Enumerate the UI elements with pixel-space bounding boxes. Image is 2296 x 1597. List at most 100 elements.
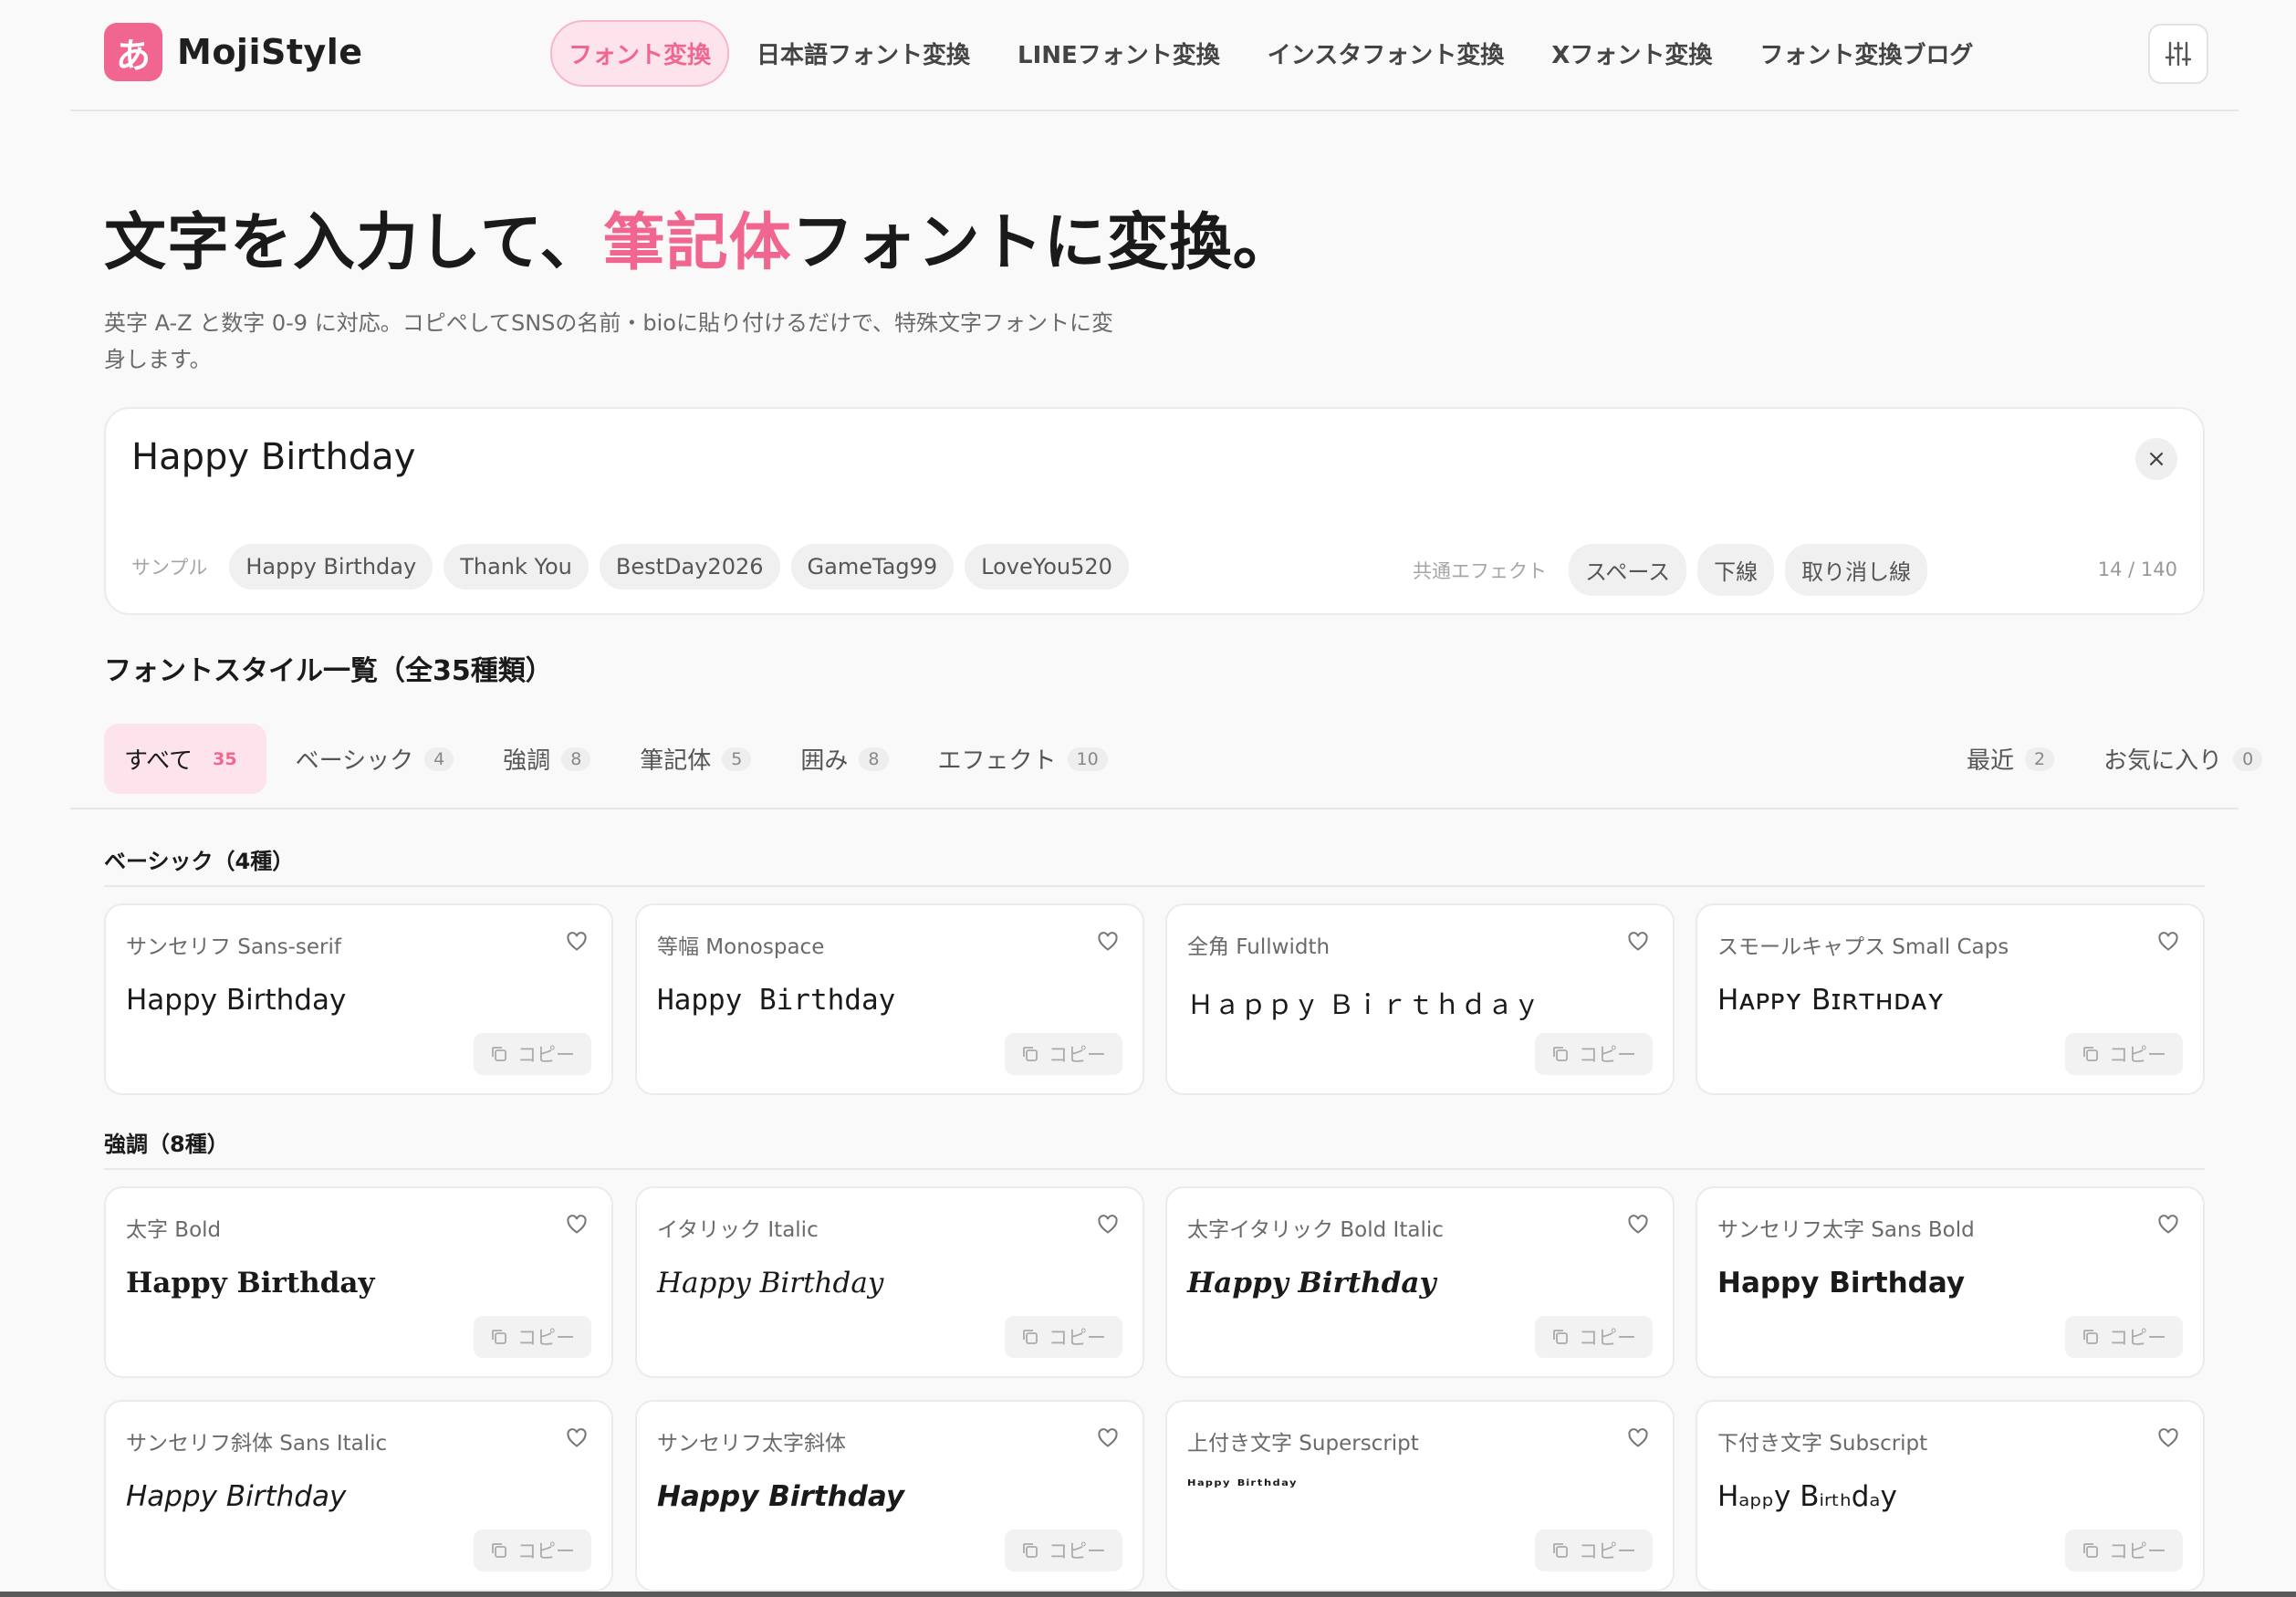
- logo[interactable]: あ MojiStyle: [104, 23, 363, 81]
- clear-button[interactable]: ×: [2135, 438, 2177, 480]
- font-card[interactable]: 上付き文字 Superscript ᴴᵃᵖᵖʸ ᴮⁱʳᵗʰᵈᵃʸ コピー: [1165, 1400, 1675, 1592]
- nav-item-font-convert[interactable]: フォント変換: [550, 20, 730, 87]
- font-card[interactable]: 下付き文字 Subscript Hₐₚₚy Bᵢᵣₜₕdₐy コピー: [1696, 1400, 2205, 1592]
- sample-chip[interactable]: Thank You: [444, 544, 589, 590]
- nav-item-insta-font[interactable]: インスタフォント変換: [1247, 20, 1524, 87]
- copy-icon: [1023, 1330, 1038, 1344]
- heart-icon[interactable]: [566, 931, 588, 953]
- heart-icon[interactable]: [2157, 1427, 2179, 1449]
- font-card-preview: Happy Birthday: [1187, 1267, 1436, 1300]
- effects-label: 共通エフェクト: [1413, 559, 1547, 582]
- font-card[interactable]: サンセリフ太字 Sans Bold Happy Birthday コピー: [1696, 1186, 2205, 1378]
- font-card[interactable]: 等幅 Monospace Happy Birthday コピー: [635, 903, 1144, 1095]
- tab-effect[interactable]: エフェクト 10: [918, 724, 1128, 794]
- sample-chip[interactable]: GameTag99: [790, 544, 955, 590]
- heart-icon[interactable]: [2157, 931, 2179, 953]
- section-title-basic: ベーシック（4種）: [104, 849, 295, 874]
- copy-button[interactable]: コピー: [1535, 1316, 1653, 1358]
- font-card[interactable]: 太字イタリック Bold Italic Happy Birthday コピー: [1165, 1186, 1675, 1378]
- tab-emphasis[interactable]: 強調 8: [483, 724, 611, 794]
- section-divider: [104, 1168, 2205, 1170]
- tab-count: 35: [213, 748, 237, 769]
- font-card-label: サンセリフ太字 Sans Bold: [1717, 1218, 1975, 1242]
- font-card[interactable]: サンセリフ Sans-serif Happy Birthday コピー: [104, 903, 613, 1095]
- tab-favorites[interactable]: お気に入り 0: [2083, 724, 2282, 794]
- tab-count: 0: [2233, 746, 2263, 771]
- settings-button[interactable]: [2148, 24, 2208, 84]
- heart-icon[interactable]: [566, 1214, 588, 1236]
- font-card-preview: Happy Birthday: [126, 984, 347, 1017]
- font-card-preview: ᴴᵃᵖᵖʸ ᴮⁱʳᵗʰᵈᵃʸ: [1187, 1477, 1298, 1496]
- heart-icon[interactable]: [1097, 931, 1119, 953]
- effect-chip-strikethrough[interactable]: 取り消し線: [1785, 544, 1928, 596]
- heart-icon[interactable]: [1627, 1427, 1649, 1449]
- copy-button[interactable]: コピー: [1005, 1033, 1122, 1075]
- tab-count: 8: [561, 746, 591, 771]
- font-card[interactable]: サンセリフ斜体 Sans Italic Happy Birthday コピー: [104, 1400, 613, 1592]
- heart-icon[interactable]: [1097, 1427, 1119, 1449]
- copy-button[interactable]: コピー: [2065, 1033, 2183, 1075]
- font-card-preview: Happy Birthday: [657, 1267, 884, 1300]
- copy-label: コピー: [1049, 1044, 1106, 1066]
- nav-item-blog[interactable]: フォント変換ブログ: [1739, 20, 1993, 87]
- text-input[interactable]: Happy Birthday: [131, 436, 415, 478]
- copy-button[interactable]: コピー: [1005, 1316, 1122, 1358]
- copy-button[interactable]: コピー: [474, 1529, 591, 1571]
- tab-label: 囲み: [800, 747, 849, 775]
- copy-button[interactable]: コピー: [1535, 1529, 1653, 1571]
- effect-chip-space[interactable]: スペース: [1569, 544, 1687, 596]
- effect-chip-underline[interactable]: 下線: [1697, 544, 1775, 596]
- tab-label: ベーシック: [295, 747, 414, 775]
- copy-button[interactable]: コピー: [1005, 1529, 1122, 1571]
- tab-recent[interactable]: 最近 2: [1946, 724, 2074, 794]
- copy-button[interactable]: コピー: [474, 1316, 591, 1358]
- hero-title-after: フォントに変換。: [791, 207, 1296, 279]
- copy-button[interactable]: コピー: [2065, 1529, 2183, 1571]
- font-card[interactable]: 全角 Fullwidth Ｈａｐｐｙ Ｂｉｒｔｈｄａｙ コピー: [1165, 903, 1675, 1095]
- tabs-divider: [70, 808, 2239, 809]
- copy-icon: [2083, 1047, 2098, 1061]
- section-divider: [104, 885, 2205, 887]
- heart-icon[interactable]: [2157, 1214, 2179, 1236]
- font-card-label: イタリック Italic: [657, 1218, 819, 1242]
- copy-button[interactable]: コピー: [474, 1033, 591, 1075]
- copy-label: コピー: [2109, 1044, 2166, 1066]
- copy-icon: [1023, 1047, 1038, 1061]
- copy-button[interactable]: コピー: [1535, 1033, 1653, 1075]
- logo-mark: あ: [104, 23, 162, 81]
- font-card[interactable]: サンセリフ太字斜体 Happy Birthday コピー: [635, 1400, 1144, 1592]
- copy-label: コピー: [1579, 1327, 1636, 1349]
- heart-icon[interactable]: [1097, 1214, 1119, 1236]
- tab-label: すべて: [124, 747, 193, 775]
- tab-enclosed[interactable]: 囲み 8: [780, 724, 908, 794]
- copy-icon: [2083, 1330, 2098, 1344]
- copy-icon: [1553, 1330, 1568, 1344]
- heart-icon[interactable]: [1627, 931, 1649, 953]
- sample-chip[interactable]: BestDay2026: [599, 544, 780, 590]
- tab-label: エフェクト: [937, 747, 1057, 775]
- sample-chip[interactable]: Happy Birthday: [229, 544, 433, 590]
- heart-icon[interactable]: [566, 1427, 588, 1449]
- tab-script[interactable]: 筆記体 5: [620, 724, 771, 794]
- copy-label: コピー: [517, 1327, 575, 1349]
- nav-item-x-font[interactable]: Xフォント変換: [1531, 20, 1732, 87]
- tab-label: 最近: [1967, 747, 2015, 775]
- tab-label: 強調: [503, 747, 551, 775]
- font-card[interactable]: スモールキャプス Small Caps Hᴀᴘᴘʏ Bɪʀᴛʜᴅᴀʏ コピー: [1696, 903, 2205, 1095]
- heart-icon[interactable]: [1627, 1214, 1649, 1236]
- tabs-right: 最近 2 お気に入り 0: [1946, 724, 2282, 794]
- nav-item-line-font[interactable]: LINEフォント変換: [997, 20, 1240, 87]
- font-card-label: 上付き文字 Superscript: [1187, 1432, 1419, 1456]
- copy-icon: [1553, 1047, 1568, 1061]
- font-card[interactable]: 太字 Bold Happy Birthday コピー: [104, 1186, 613, 1378]
- hero-title-before: 文字を入力して、: [104, 207, 603, 279]
- font-card[interactable]: イタリック Italic Happy Birthday コピー: [635, 1186, 1144, 1378]
- tab-all[interactable]: すべて 35: [104, 724, 266, 794]
- sample-chip[interactable]: LoveYou520: [965, 544, 1129, 590]
- copy-button[interactable]: コピー: [2065, 1316, 2183, 1358]
- font-card-label: スモールキャプス Small Caps: [1717, 935, 2009, 959]
- font-card-label: 全角 Fullwidth: [1187, 935, 1331, 959]
- tab-basic[interactable]: ベーシック 4: [276, 724, 475, 794]
- nav-item-japanese-font[interactable]: 日本語フォント変換: [736, 20, 990, 87]
- font-card-preview: Happy Birthday: [657, 1480, 905, 1513]
